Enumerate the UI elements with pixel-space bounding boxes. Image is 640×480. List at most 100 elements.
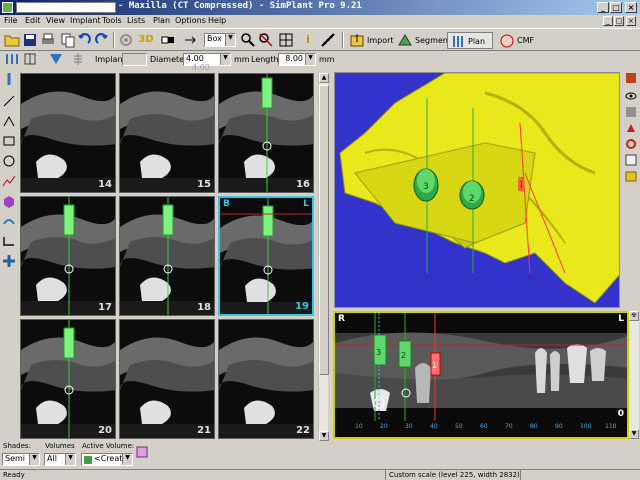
open-folder-icon[interactable] xyxy=(4,32,20,48)
implant-type-icon[interactable] xyxy=(70,52,86,68)
3d-view-button[interactable]: 3D xyxy=(137,32,155,48)
minimize-button[interactable]: _ xyxy=(597,2,609,13)
panoramic-view[interactable]: 3 2 1 R L 0 10 20 30 40 50 60 70 80 90 100 110 xyxy=(333,311,629,439)
copy-icon[interactable] xyxy=(60,32,76,48)
settings-icon[interactable] xyxy=(118,32,134,48)
cross-section-cell[interactable]: 16 xyxy=(218,73,314,193)
cross-section-scrollbar[interactable]: ▲ ▼ xyxy=(318,73,329,441)
cross-section-cell[interactable]: 22 xyxy=(218,319,314,439)
save-icon[interactable] xyxy=(22,32,38,48)
cross-section-cell[interactable]: 17 xyxy=(20,196,116,316)
implant-list-icon[interactable] xyxy=(4,52,20,68)
implant-field[interactable] xyxy=(122,53,147,66)
pano-implant-3[interactable]: 3 xyxy=(373,334,387,366)
add-implant-icon[interactable] xyxy=(48,52,64,68)
circle-tool-icon[interactable] xyxy=(2,154,16,168)
nerve-tool-icon[interactable] xyxy=(2,214,16,228)
chevron-down-icon[interactable]: ▼ xyxy=(225,34,235,46)
box-combo[interactable]: Box ▼ xyxy=(204,33,236,47)
cross-section-cell[interactable]: 15 xyxy=(119,73,215,193)
menu-implant[interactable]: Implant xyxy=(70,16,101,25)
window-level-icon[interactable] xyxy=(160,32,176,48)
chevron-down-icon[interactable]: ▼ xyxy=(305,54,315,65)
mdi-minimize-button[interactable]: _ xyxy=(603,16,613,26)
zoom-reset-icon[interactable] xyxy=(258,32,274,48)
cross-section-cell[interactable]: 20 xyxy=(20,319,116,439)
shades-select[interactable]: Semi ▼ xyxy=(2,453,40,466)
chevron-down-icon[interactable]: ▼ xyxy=(122,454,132,465)
cross-section-cell[interactable]: 19 B L xyxy=(218,196,314,316)
sync-icon[interactable] xyxy=(182,32,198,48)
color-icon[interactable] xyxy=(625,122,637,134)
maximize-button[interactable]: □ xyxy=(610,2,622,13)
ct-slice-image xyxy=(219,320,313,438)
mdi-close-button[interactable]: × xyxy=(626,16,636,26)
volume-properties-icon[interactable] xyxy=(136,446,148,458)
length-value: 8.00 xyxy=(285,54,303,63)
clip-icon[interactable] xyxy=(625,154,637,166)
volume-color-icon xyxy=(84,456,92,464)
pano-corner-right: L xyxy=(618,314,624,324)
print-icon[interactable] xyxy=(40,32,56,48)
panoramic-scrollbar[interactable]: ☢ ▼ xyxy=(629,311,639,439)
volume-tool-icon[interactable] xyxy=(2,194,16,208)
scroll-down-icon[interactable]: ▼ xyxy=(319,431,329,441)
active-volume-select[interactable]: <Create ▼ xyxy=(81,453,133,466)
implant-tool-icon[interactable] xyxy=(2,72,16,86)
left-tool-strip xyxy=(0,70,18,440)
implant-settings-icon[interactable] xyxy=(22,52,38,68)
scroll-thumb[interactable] xyxy=(319,85,329,375)
length-field[interactable]: 8.00 ▼ xyxy=(278,53,316,66)
menu-view[interactable]: View xyxy=(46,16,65,25)
angle-tool-icon[interactable] xyxy=(2,114,16,128)
jaw-tool-icon[interactable] xyxy=(2,234,16,248)
cross-section-cell[interactable]: 21 xyxy=(119,319,215,439)
undo-icon[interactable] xyxy=(76,32,92,48)
cmf-button[interactable]: CMF xyxy=(497,32,534,49)
import-button[interactable]: Import xyxy=(347,32,394,49)
menu-edit[interactable]: Edit xyxy=(25,16,41,25)
menu-file[interactable]: File xyxy=(4,16,17,25)
opacity-icon[interactable] xyxy=(625,106,637,118)
app-icon[interactable] xyxy=(2,2,13,13)
diameter-field[interactable]: 4.00 4.00 ▼ xyxy=(183,53,231,72)
cross-section-cell[interactable]: 14 xyxy=(20,73,116,193)
pano-implant-2[interactable]: 2 xyxy=(398,340,412,368)
mdi-restore-button[interactable]: □ xyxy=(614,16,624,26)
chevron-down-icon[interactable]: ▼ xyxy=(65,454,75,465)
menu-lists[interactable]: Lists xyxy=(127,16,145,25)
line-tool-icon[interactable] xyxy=(2,94,16,108)
volumes-select[interactable]: All ▼ xyxy=(44,453,76,466)
cross-section-cell[interactable]: 18 xyxy=(119,196,215,316)
plan-button[interactable]: Plan xyxy=(447,32,493,49)
menu-tools[interactable]: Tools xyxy=(102,16,122,25)
redo-icon[interactable] xyxy=(94,32,110,48)
status-bar: Ready Custom scale (level 225, width 283… xyxy=(0,469,640,480)
view-eye-icon[interactable] xyxy=(625,90,637,102)
object-icon[interactable] xyxy=(625,170,637,182)
measure-icon[interactable] xyxy=(320,32,336,48)
3d-view[interactable]: 3 2 1 xyxy=(334,72,620,308)
shades-value: Semi xyxy=(5,454,26,463)
close-button[interactable]: × xyxy=(625,2,637,13)
menu-options[interactable]: Options xyxy=(175,16,206,25)
radiation-icon[interactable]: ☢ xyxy=(629,311,639,321)
menu-help[interactable]: Help xyxy=(208,16,226,25)
rectangle-tool-icon[interactable] xyxy=(2,134,16,148)
zoom-icon[interactable] xyxy=(240,32,256,48)
scroll-up-icon[interactable]: ▲ xyxy=(319,73,329,83)
move-tool-icon[interactable] xyxy=(2,254,16,268)
cmf-icon xyxy=(499,33,515,48)
chevron-down-icon[interactable]: ▼ xyxy=(29,454,39,465)
layout-icon[interactable] xyxy=(625,72,637,84)
density-tool-icon[interactable] xyxy=(2,174,16,188)
segment-button[interactable]: Segment xyxy=(395,32,451,49)
info-icon[interactable]: i xyxy=(300,32,316,48)
crosshair-icon[interactable] xyxy=(278,32,294,48)
scroll-down-icon[interactable]: ▼ xyxy=(629,429,639,439)
diameter-unit: mm xyxy=(234,55,250,64)
rotate-icon[interactable] xyxy=(625,138,637,150)
chevron-down-icon[interactable]: ▼ xyxy=(220,54,230,65)
menu-plan[interactable]: Plan xyxy=(153,16,170,25)
pano-implant-1[interactable]: 1 xyxy=(430,352,441,376)
